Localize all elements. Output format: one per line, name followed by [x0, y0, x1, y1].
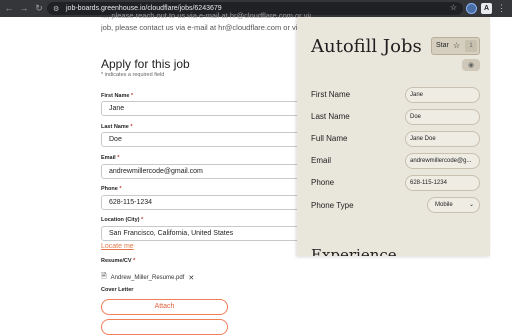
extension-icons: A ⋮: [466, 3, 507, 14]
back-arrow-icon[interactable]: ←: [3, 3, 15, 15]
attach-button[interactable]: [101, 319, 228, 335]
experience-section-title: Experience: [311, 246, 397, 256]
star-count: 1: [465, 40, 477, 52]
email-label: Email: [311, 156, 332, 165]
remove-file-icon[interactable]: ✕: [188, 274, 194, 282]
extension-icon[interactable]: [466, 3, 477, 14]
first-name-label: First Name *: [101, 93, 134, 99]
autofill-extension-panel: Autofill Jobs Star ☆ 1 ◉ First Name Jane…: [297, 17, 490, 256]
phone-label: Phone *: [101, 186, 122, 192]
attach-button[interactable]: Attach: [101, 299, 228, 315]
autofill-extension-icon[interactable]: A: [481, 3, 492, 14]
bookmark-star-icon[interactable]: ☆: [450, 3, 457, 12]
chevron-down-icon: ⌄: [468, 202, 474, 208]
first-name-input[interactable]: Jane: [101, 101, 301, 116]
phone-label: Phone: [311, 178, 335, 187]
email-label: Email *: [101, 155, 120, 161]
star-icon: ☆: [453, 41, 461, 50]
phone-type-label: Phone Type: [311, 201, 354, 210]
locate-me-link[interactable]: Locate me: [101, 243, 134, 250]
star-button[interactable]: Star ☆ 1: [431, 37, 480, 55]
phone-type-select[interactable]: Mobile ⌄: [427, 197, 480, 213]
resume-label: Resume/CV *: [101, 258, 136, 264]
email-field[interactable]: andrewmillercode@gmail.com: [101, 164, 301, 179]
intro-text: ..., please reach out to us via e-mail a…: [101, 11, 311, 20]
phone-input[interactable]: 628-115-1234: [101, 195, 301, 210]
site-info-icon[interactable]: ⚙: [53, 5, 61, 13]
cover-letter-label: Cover Letter: [101, 287, 134, 293]
star-label: Star: [436, 42, 449, 49]
email-input[interactable]: andrewmillercode@g...: [405, 153, 480, 169]
required-note: * indicates a required field: [101, 72, 165, 78]
forward-arrow-icon[interactable]: →: [18, 3, 30, 15]
last-name-input[interactable]: Doe: [405, 109, 480, 125]
eye-icon[interactable]: ◉: [462, 59, 480, 71]
file-icon: 🗎: [101, 273, 107, 280]
resume-file: 🗎 Andrew_Miller_Resume.pdf ✕: [101, 272, 194, 283]
full-name-label: Full Name: [311, 134, 348, 143]
last-name-label: Last Name *: [101, 124, 133, 130]
panel-title: Autofill Jobs: [311, 36, 422, 57]
last-name-label: Last Name: [311, 112, 350, 121]
first-name-input[interactable]: Jane: [405, 87, 480, 103]
location-input[interactable]: San Francisco, California, United States: [101, 226, 301, 241]
resume-file-name: Andrew_Miller_Resume.pdf: [110, 274, 185, 281]
last-name-input[interactable]: Doe: [101, 132, 301, 147]
first-name-label: First Name: [311, 90, 351, 99]
apply-title: Apply for this job: [101, 57, 190, 71]
full-name-input[interactable]: Jane Doe: [405, 131, 480, 147]
reload-icon[interactable]: ↻: [33, 3, 45, 15]
phone-type-value: Mobile: [435, 202, 453, 208]
more-menu-icon[interactable]: ⋮: [496, 3, 507, 14]
phone-input[interactable]: 628-115-1234: [405, 175, 480, 191]
intro-text: job, please contact us via e-mail at hr@…: [101, 23, 310, 32]
location-label: Location (City) *: [101, 217, 144, 223]
